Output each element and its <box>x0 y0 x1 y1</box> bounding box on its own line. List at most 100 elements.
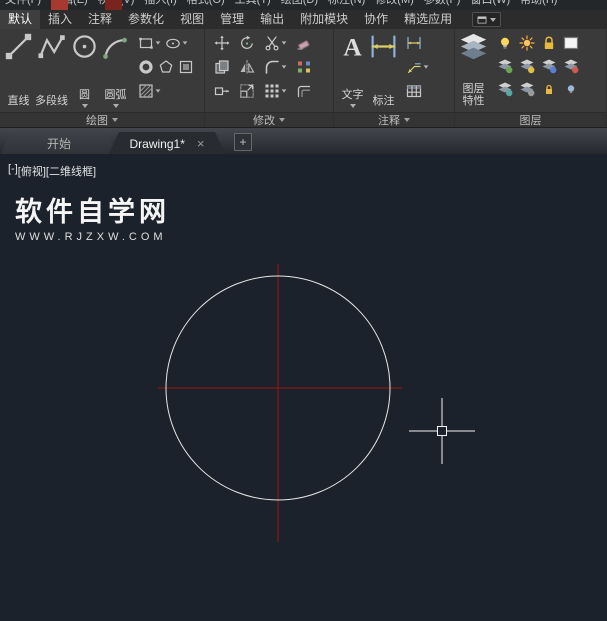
ribbon-tab[interactable]: 附加模块 <box>292 10 356 29</box>
explode-button[interactable] <box>292 58 317 76</box>
scale-button[interactable] <box>235 82 260 100</box>
menu-item[interactable]: 参数(P) <box>419 0 466 9</box>
menubar-highlight <box>105 0 122 10</box>
bulbsm-icon <box>563 81 579 97</box>
chevron-down-icon <box>112 118 118 122</box>
polygon-button[interactable] <box>156 58 176 76</box>
line-icon <box>4 32 33 61</box>
bulb-button[interactable] <box>494 34 516 52</box>
panel-label-modify[interactable]: 修改 <box>205 112 333 127</box>
ribbon-tab[interactable]: 视图 <box>172 10 212 29</box>
panel-label-text: 修改 <box>253 115 275 127</box>
panel-label-layers[interactable]: 图层 <box>455 112 606 127</box>
region-button[interactable] <box>176 58 196 76</box>
ellipse-icon <box>165 35 181 51</box>
mlayer-blue-icon <box>541 58 557 74</box>
button-label: 多段线 <box>35 95 68 108</box>
panel-label-text: 图层 <box>519 115 542 127</box>
chevron-down-icon <box>281 89 287 93</box>
menu-item[interactable]: 帮助(H) <box>515 0 562 9</box>
dimlinear-button[interactable] <box>404 34 424 52</box>
copy-icon <box>214 59 230 75</box>
dim-icon <box>369 32 398 61</box>
mlayer-cyan-button[interactable] <box>494 80 516 98</box>
trim-button[interactable] <box>260 34 292 52</box>
mirror-button[interactable] <box>235 58 260 76</box>
button-label: 圆 <box>79 89 90 102</box>
sun-button[interactable] <box>516 34 538 52</box>
polyline-button[interactable]: 多段线 <box>34 30 69 108</box>
ribbon-tab[interactable]: 参数化 <box>120 10 172 29</box>
mlayer-red-button[interactable] <box>560 57 582 75</box>
new-drawing-button[interactable]: + <box>234 133 252 151</box>
ribbon-tab[interactable]: 插入 <box>40 10 80 29</box>
menu-item[interactable]: 标注(N) <box>323 0 370 9</box>
panel-label-text: 注释 <box>378 115 400 127</box>
line-button[interactable]: 直线 <box>3 30 34 108</box>
file-tab-开始[interactable]: 开始 <box>0 132 118 155</box>
viewport-control[interactable]: [-] <box>8 163 18 179</box>
mlayer-blue-button[interactable] <box>538 57 560 75</box>
swatch-icon <box>563 35 579 51</box>
donut-button[interactable] <box>136 58 156 76</box>
panel-label-draw[interactable]: 绘图 <box>0 112 204 127</box>
ribbon-tab[interactable]: 精选应用 <box>396 10 460 29</box>
fillet-button[interactable] <box>260 58 292 76</box>
panel-label-annotate[interactable]: 注释 <box>334 112 454 127</box>
offset-icon <box>296 83 312 99</box>
offset-button[interactable] <box>292 82 317 100</box>
table-button[interactable] <box>404 82 424 100</box>
leader-button[interactable] <box>404 58 431 76</box>
ribbon-display-toggle[interactable] <box>472 12 502 27</box>
menu-item[interactable]: 工具(T) <box>230 0 276 9</box>
array-button[interactable] <box>260 82 292 100</box>
modify-panel-content <box>205 29 333 112</box>
rect-button[interactable] <box>136 34 163 52</box>
menu-item[interactable]: 格式(O) <box>182 0 230 9</box>
file-tab-Drawing1[interactable]: Drawing1* × <box>108 132 226 155</box>
arc-button[interactable]: 圆弧 <box>100 30 131 108</box>
chevron-down-icon <box>155 41 161 45</box>
ribbon-tab[interactable]: 输出 <box>252 10 292 29</box>
ribbon-tab[interactable]: 默认 <box>0 10 41 29</box>
menu-item[interactable]: 绘图(D) <box>276 0 323 9</box>
mlayer-green-button[interactable] <box>494 57 516 75</box>
watermark-url: WWW.RJZXW.COM <box>15 231 167 243</box>
ribbon-tab[interactable]: 注释 <box>80 10 120 29</box>
drawing-canvas[interactable]: [-] [俯视] [二维线框] 软件自学网 WWW.RJZXW.COM <box>0 154 607 621</box>
layers-button[interactable]: 图层特性 <box>458 30 489 108</box>
stretch-button[interactable] <box>210 82 235 100</box>
close-icon[interactable]: × <box>197 137 205 150</box>
text-icon: A <box>338 32 367 61</box>
mlayer-yellow-button[interactable] <box>516 57 538 75</box>
stretch-icon <box>214 83 230 99</box>
rotate-button[interactable] <box>235 34 260 52</box>
button-label: 标注 <box>372 95 395 108</box>
lock-button[interactable] <box>538 34 560 52</box>
ellipse-button[interactable] <box>163 34 190 52</box>
viewport-control[interactable]: [二维线框] <box>46 163 96 179</box>
menu-item[interactable]: 文件(F) <box>0 0 46 9</box>
polyline-icon <box>37 32 66 61</box>
ribbon-tab[interactable]: 协作 <box>356 10 396 29</box>
chevron-down-icon <box>423 65 429 69</box>
circle-button[interactable]: 圆 <box>69 30 100 108</box>
menu-item[interactable]: 修改(M) <box>370 0 419 9</box>
locksm-button[interactable] <box>538 80 560 98</box>
ribbon-tab[interactable]: 管理 <box>212 10 252 29</box>
copy-button[interactable] <box>210 58 235 76</box>
swatch-button[interactable] <box>560 34 582 52</box>
dim-button[interactable]: 标注 <box>368 30 399 108</box>
mlayer-gray-button[interactable] <box>516 80 538 98</box>
menu-item[interactable]: 插入(I) <box>139 0 181 9</box>
file-tab-label: 开始 <box>46 137 71 151</box>
bulbsm-button[interactable] <box>560 80 582 98</box>
circle-icon <box>70 32 99 61</box>
hatch-button[interactable] <box>136 82 163 100</box>
text-button[interactable]: A 文字 <box>337 30 368 108</box>
chevron-down-icon <box>349 104 356 108</box>
erase-button[interactable] <box>292 34 317 52</box>
move-button[interactable] <box>210 34 235 52</box>
menu-item[interactable]: 窗口(W) <box>465 0 515 9</box>
viewport-control[interactable]: [俯视] <box>18 163 46 179</box>
